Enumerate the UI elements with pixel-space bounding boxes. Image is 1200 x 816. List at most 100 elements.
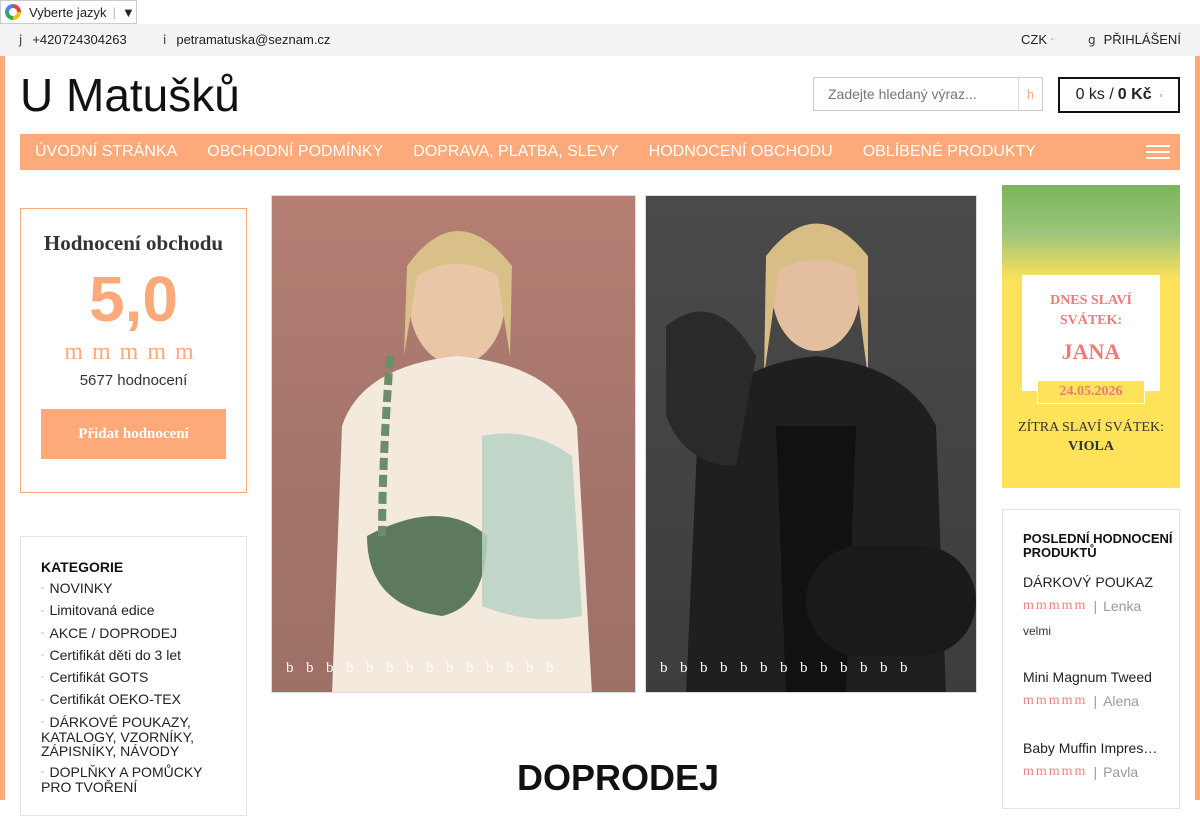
review-stars: mmmmm — [1023, 693, 1088, 708]
email-link[interactable]: i petramatuska@seznam.cz — [163, 32, 330, 47]
hamburger-menu-icon[interactable] — [1146, 145, 1170, 159]
login-link[interactable]: g PŘIHLÁŠENÍ — [1088, 32, 1181, 47]
review-item[interactable]: Mini Magnum Tweed mmmmm | Alena — [1023, 669, 1179, 740]
add-rating-button[interactable]: Přidat hodnocení — [41, 409, 226, 460]
review-author: Pavla — [1103, 764, 1139, 780]
category-item[interactable]: ▫ DÁRKOVÉ POUKAZY, KATALOGY, VZORNÍKY, ZÁ… — [41, 715, 246, 758]
left-accent-stripe — [0, 56, 5, 800]
review-divider: | — [1093, 693, 1098, 709]
currency-label: CZK — [1021, 32, 1047, 47]
tomorrow-name: VIOLA — [1068, 439, 1114, 454]
review-divider: | — [1093, 764, 1098, 780]
currency-selector[interactable]: CZK ▫ — [1021, 32, 1053, 47]
search-bar: h — [813, 77, 1043, 111]
phone-link[interactable]: j +420724304263 — [19, 32, 127, 47]
nav-item-shipping[interactable]: DOPRAVA, PLATBA, SLEVY — [413, 143, 618, 161]
reviews-title: POSLEDNÍ HODNOCENÍ PRODUKTŮ — [1023, 531, 1173, 560]
email-address: petramatuska@seznam.cz — [176, 32, 331, 47]
user-icon: g — [1088, 32, 1096, 47]
category-item[interactable]: ▫ DOPLŇKY A POMŮCKY PRO TVOŘENÍ — [41, 765, 246, 794]
chevron-down-icon: ▼ — [121, 4, 135, 20]
search-icon: h — [1026, 86, 1035, 102]
phone-number: +420724304263 — [32, 32, 127, 47]
category-label: NOVINKY — [49, 580, 113, 596]
category-item[interactable]: ▫ Limitovaná edice — [41, 603, 246, 618]
review-item[interactable]: Baby Muffin Impressions mmmmm | Pavla — [1023, 740, 1179, 780]
review-product: DÁRKOVÝ POUKAZ — [1023, 574, 1153, 590]
google-icon — [5, 4, 21, 20]
rating-score: 5,0 — [89, 263, 178, 335]
categories-box: KATEGORIE ▫ NOVINKY ▫ Limitovaná edice ▫ AK… — [20, 536, 247, 816]
category-item[interactable]: ▫ AKCE / DOPRODEJ — [41, 626, 246, 641]
right-accent-stripe — [1195, 56, 1200, 800]
search-input[interactable] — [814, 78, 1018, 110]
category-item[interactable]: ▫ Certifikát děti do 3 let — [41, 648, 246, 663]
site-logo[interactable]: U Matušků — [20, 68, 240, 122]
review-divider: | — [1093, 598, 1098, 614]
category-label: Certifikát GOTS — [49, 669, 149, 686]
main-navigation: ÚVODNÍ STRÁNKA OBCHODNÍ PODMÍNKY DOPRAVA… — [20, 134, 1180, 170]
recent-reviews-box: POSLEDNÍ HODNOCENÍ PRODUKTŮ DÁRKOVÝ POUK… — [1002, 509, 1180, 809]
today-name: JANA — [1061, 339, 1121, 364]
tulips-image — [1002, 185, 1180, 280]
nav-item-shop-rating[interactable]: HODNOCENÍ OBCHODU — [649, 143, 833, 161]
bullet-icon: ▫ — [41, 719, 44, 727]
bullet-icon: ▫ — [41, 674, 44, 682]
category-label: DOPLŇKY A POMŮCKY PRO TVOŘENÍ — [41, 764, 203, 796]
review-product: Mini Magnum Tweed — [1023, 669, 1152, 685]
rating-title: Hodnocení obchodu — [43, 231, 224, 255]
tomorrow-block: ZÍTRA SLAVÍ SVÁTEK: VIOLA — [1002, 420, 1180, 454]
namesday-widget: DNES SLAVÍ SVÁTEK: JANA 24.05.2026 ZÍTRA… — [1002, 185, 1180, 488]
categories-title: KATEGORIE — [41, 559, 124, 575]
login-label: PŘIHLÁŠENÍ — [1103, 32, 1181, 47]
bullet-icon: ▫ — [41, 607, 44, 615]
review-stars: mmmmm — [1023, 598, 1088, 613]
top-bar: j +420724304263 i petramatuska@seznam.cz… — [0, 24, 1200, 56]
cart-count: 0 ks / — [1075, 86, 1114, 103]
category-label: Limitovaná edice — [49, 602, 155, 619]
nav-item-home[interactable]: ÚVODNÍ STRÁNKA — [35, 143, 177, 161]
review-product: Baby Muffin Impressions — [1023, 740, 1159, 756]
bullet-icon: ▫ — [41, 696, 44, 704]
currency-dropdown-icon: ▫ — [1051, 36, 1054, 43]
banner-image-green-bag[interactable] — [271, 195, 636, 693]
email-icon: i — [163, 32, 167, 47]
rating-stars: mmmmm — [64, 339, 203, 366]
phone-icon: j — [19, 32, 23, 47]
banner-image-black-bag[interactable] — [645, 195, 977, 693]
category-label: AKCE / DOPRODEJ — [49, 624, 178, 641]
nav-item-favorites[interactable]: OBLÍBENÉ PRODUKTY — [863, 143, 1036, 161]
language-selector[interactable]: Vyberte jazyk | ▼ — [0, 0, 137, 24]
nav-item-terms[interactable]: OBCHODNÍ PODMÍNKY — [207, 143, 383, 161]
category-item[interactable]: ▫ NOVINKY — [41, 581, 246, 596]
bullet-icon: ▫ — [41, 585, 44, 593]
slider-pagination-left[interactable]: bbbbbbbbbbbbbb — [286, 660, 566, 677]
model-with-green-bag-illustration — [332, 231, 592, 692]
category-item[interactable]: ▫ Certifikát GOTS — [41, 670, 246, 685]
today-label: DNES SLAVÍ SVÁTEK: — [1050, 293, 1132, 328]
search-button[interactable]: h — [1018, 78, 1042, 110]
shop-rating-box: Hodnocení obchodu 5,0 mmmmm 5677 hodnoce… — [20, 208, 247, 493]
slider-pagination-right[interactable]: bbbbbbbbbbbbb — [660, 660, 920, 677]
category-label: Certifikát OEKO-TEX — [49, 691, 181, 708]
cart-button[interactable]: 0 ks / 0 Kč ▫ — [1058, 77, 1180, 113]
language-divider: | — [112, 4, 116, 20]
category-label: Certifikát děti do 3 let — [49, 646, 181, 663]
model-with-black-bag-illustration — [666, 223, 976, 692]
bullet-icon: ▫ — [41, 769, 44, 777]
review-stars: mmmmm — [1023, 764, 1088, 779]
cart-total: 0 Kč — [1117, 86, 1152, 103]
rating-count: 5677 hodnocení — [79, 372, 188, 390]
namesday-date: 24.05.2026 — [1037, 380, 1145, 404]
namesday-card: DNES SLAVÍ SVÁTEK: JANA — [1022, 275, 1160, 391]
tomorrow-label: ZÍTRA SLAVÍ SVÁTEK: — [1018, 420, 1164, 435]
category-item[interactable]: ▫ Certifikát OEKO-TEX — [41, 692, 246, 707]
review-author: Lenka — [1103, 598, 1142, 614]
category-label: DÁRKOVÉ POUKAZY, KATALOGY, VZORNÍKY, ZÁP… — [41, 713, 195, 760]
section-title: DOPRODEJ — [517, 757, 720, 798]
review-item[interactable]: DÁRKOVÝ POUKAZ mmmmm | Lenka velmi — [1023, 574, 1179, 669]
review-author: Alena — [1103, 693, 1139, 709]
bullet-icon: ▫ — [41, 652, 44, 660]
cart-dropdown-icon: ▫ — [1159, 90, 1163, 100]
language-label: Vyberte jazyk — [29, 4, 107, 20]
